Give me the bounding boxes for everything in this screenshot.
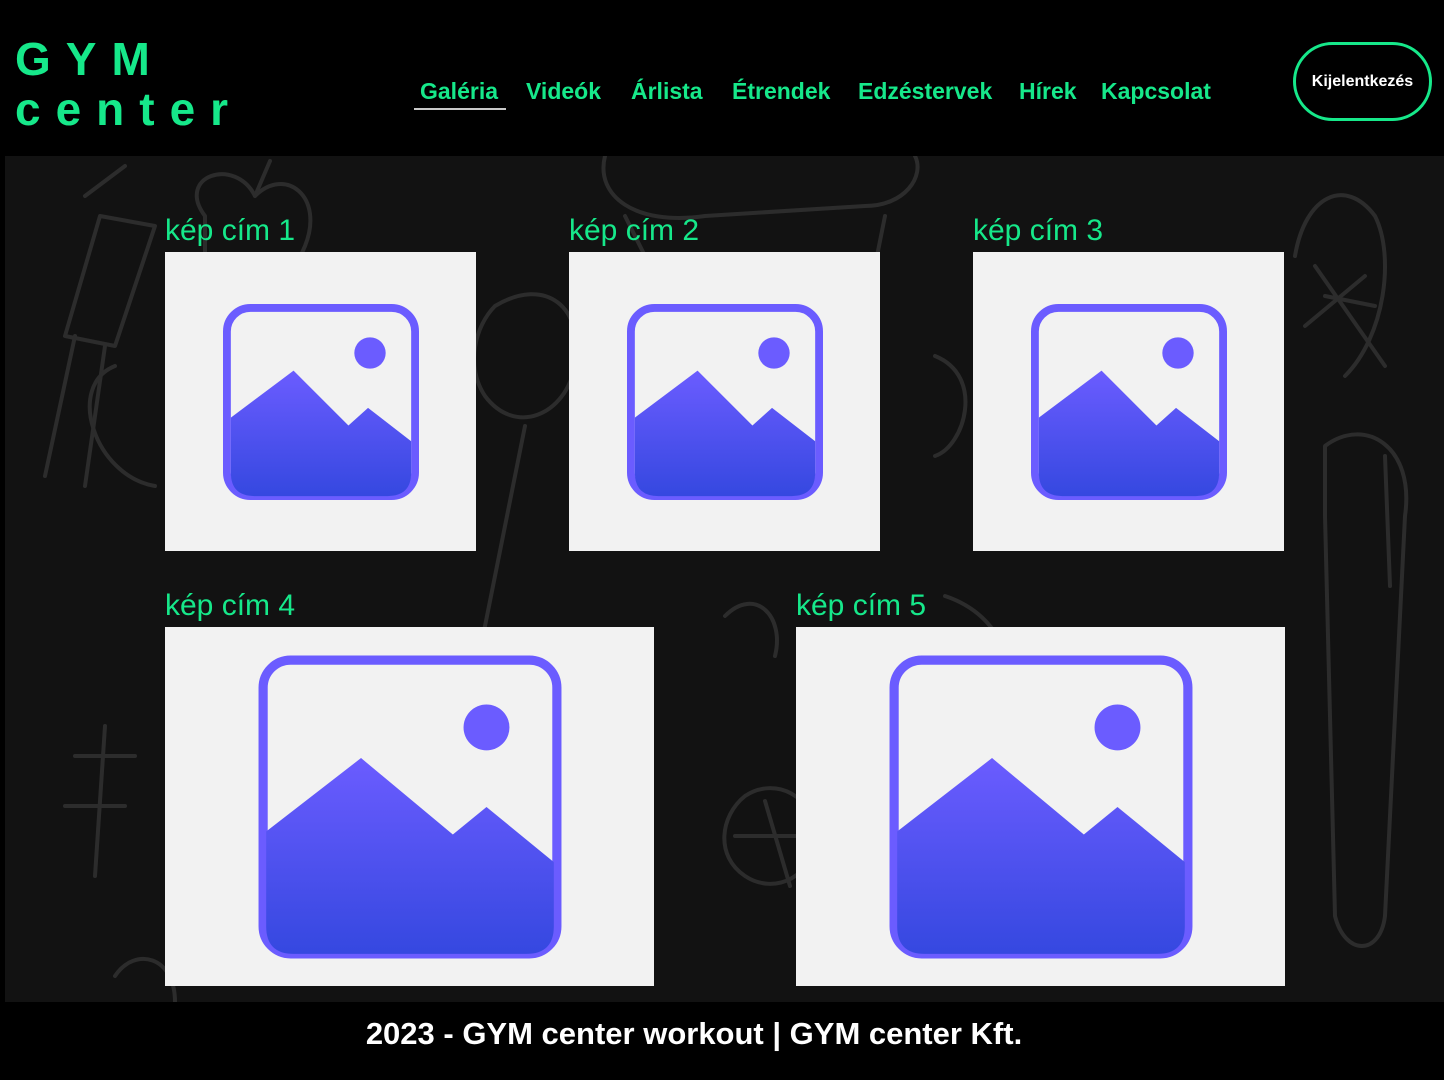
gallery-item-title-1: kép cím 1 bbox=[165, 214, 296, 247]
site-header: GYM center Galéria Videók Árlista Étrend… bbox=[0, 0, 1444, 156]
gallery-item-title-5: kép cím 5 bbox=[796, 589, 927, 622]
site-logo[interactable]: GYM center bbox=[15, 34, 243, 134]
footer-copyright: 2023 - GYM center workout | GYM center K… bbox=[365, 1016, 1023, 1051]
logo-line-2: center bbox=[15, 83, 244, 135]
logout-button[interactable]: Kijelentkezés bbox=[1293, 42, 1432, 121]
nav-item-kapcsolat[interactable]: Kapcsolat bbox=[1101, 78, 1211, 105]
image-placeholder-icon bbox=[889, 655, 1192, 958]
gallery-image-1[interactable] bbox=[165, 252, 476, 551]
nav-item-etrendek[interactable]: Étrendek bbox=[732, 78, 830, 105]
nav-item-edzestervek[interactable]: Edzéstervek bbox=[858, 78, 992, 105]
image-placeholder-icon bbox=[222, 303, 419, 500]
site-footer: 2023 - GYM center workout | GYM center K… bbox=[0, 1002, 1444, 1080]
image-placeholder-icon bbox=[258, 655, 561, 958]
gallery-section: kép cím 1 kép cím 2 kép cím 3 kép cím 4 bbox=[5, 156, 1444, 1002]
gallery-image-4[interactable] bbox=[165, 627, 654, 986]
nav-item-arlista[interactable]: Árlista bbox=[631, 78, 703, 105]
image-placeholder-icon bbox=[1030, 303, 1227, 500]
logo-line-1: GYM bbox=[15, 33, 165, 85]
nav-item-videok[interactable]: Videók bbox=[526, 78, 601, 105]
nav-item-galeria[interactable]: Galéria bbox=[414, 78, 506, 110]
gallery-image-3[interactable] bbox=[973, 252, 1284, 551]
gallery-item-title-4: kép cím 4 bbox=[165, 589, 296, 622]
gallery-item-title-2: kép cím 2 bbox=[569, 214, 700, 247]
image-placeholder-icon bbox=[626, 303, 823, 500]
gallery-image-2[interactable] bbox=[569, 252, 880, 551]
gallery-image-5[interactable] bbox=[796, 627, 1285, 986]
gallery-item-title-3: kép cím 3 bbox=[973, 214, 1104, 247]
nav-item-hirek[interactable]: Hírek bbox=[1019, 78, 1077, 105]
